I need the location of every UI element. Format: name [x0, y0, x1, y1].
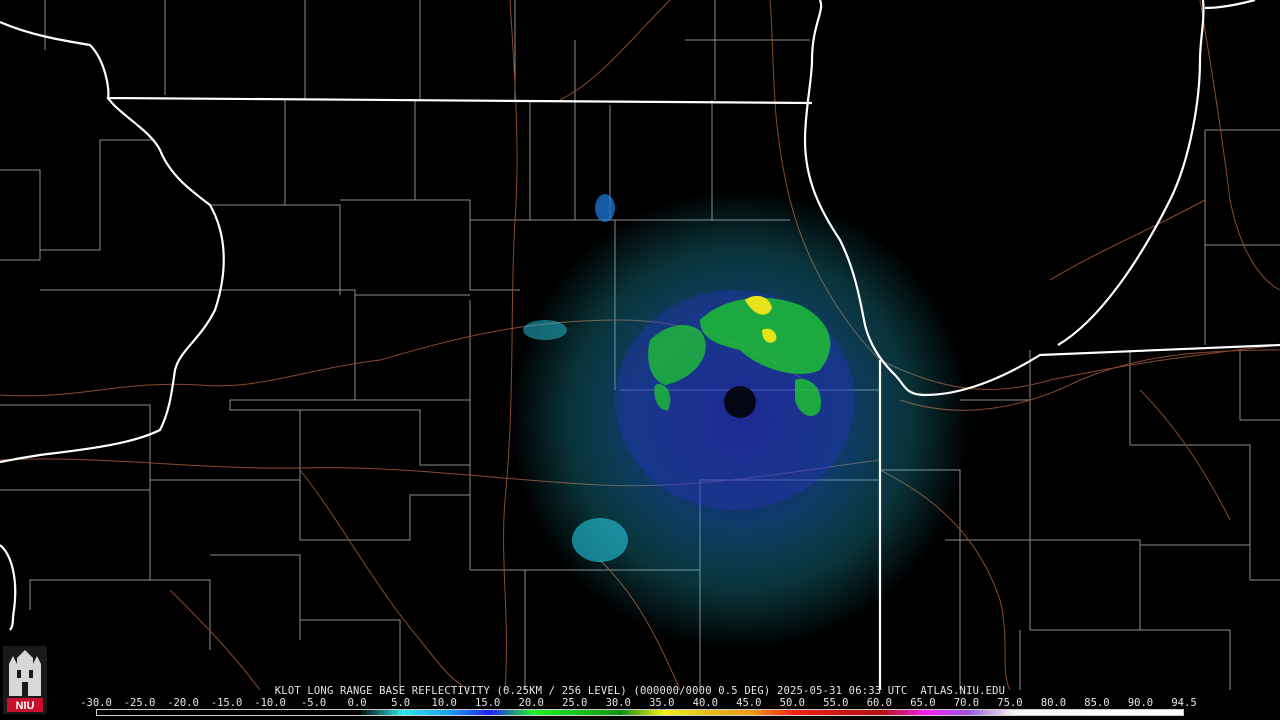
scale-tick-label: 65.0 [910, 697, 936, 709]
scale-tick-label: 0.0 [347, 697, 367, 709]
scale-tick-label: 80.0 [1040, 697, 1067, 709]
scale-tick-label: 20.0 [518, 697, 544, 709]
scale-tick-label: 55.0 [823, 697, 849, 709]
scale-tick-label: 5.0 [391, 697, 411, 709]
scale-tick-label: 70.0 [953, 697, 980, 709]
color-scale-labels: -30.0 -25.0 -20.0 -15.0 -10.0 -5.0 0.0 5.0 10.0 1… [80, 697, 1196, 709]
scale-tick-label: 75.0 [997, 697, 1023, 709]
scale-tick-label: 30.0 [605, 697, 631, 709]
scale-tick-label: -25.0 [123, 697, 156, 709]
scale-tick-label: -10.0 [254, 697, 286, 709]
scale-tick-label: 35.0 [649, 697, 675, 709]
radar-echoes [510, 190, 970, 650]
logo-text: NIU [16, 700, 35, 712]
scale-tick-label: 10.0 [431, 697, 457, 709]
scale-tick-label: -30.0 [80, 697, 112, 709]
scale-tick-label: 50.0 [779, 697, 805, 709]
scale-tick-label: 25.0 [562, 697, 588, 709]
product-title: KLOT LONG RANGE BASE REFLECTIVITY (0.25K… [274, 685, 1006, 697]
scale-tick-label: -15.0 [210, 697, 243, 709]
scale-tick-label: 85.0 [1084, 697, 1110, 709]
scale-tick-label: 94.5 [1171, 697, 1197, 709]
scale-tick-label: 45.0 [736, 697, 762, 709]
scale-color-cell [1178, 710, 1183, 715]
scale-tick-label: 60.0 [866, 697, 893, 709]
radar-map [0, 0, 1280, 691]
scale-tick-label: 40.0 [692, 697, 718, 709]
scale-tick-label: -5.0 [300, 697, 327, 709]
scale-tick-label: 15.0 [475, 697, 501, 709]
color-scale-bar [96, 709, 1184, 716]
scale-tick-label: 90.0 [1127, 697, 1154, 709]
scale-tick-label: -20.0 [167, 697, 199, 709]
niu-castle-logo: NIU [3, 646, 47, 714]
